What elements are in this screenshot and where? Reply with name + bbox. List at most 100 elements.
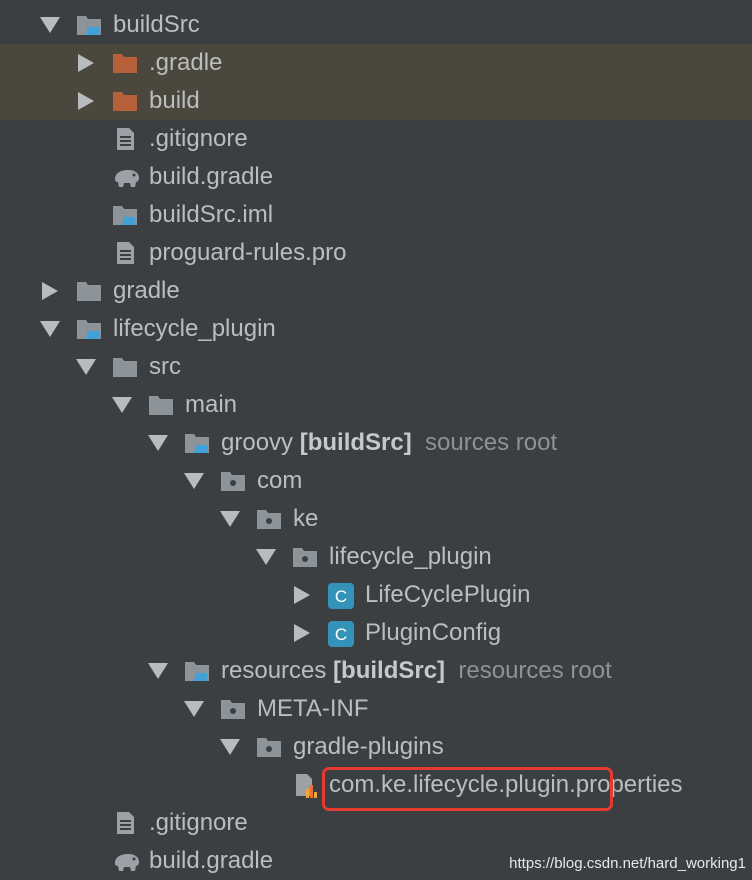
tree-item-name: gradle [113, 277, 180, 304]
tree-row[interactable]: build [0, 82, 752, 120]
tree-row[interactable]: C LifeCyclePlugin [0, 576, 752, 614]
tree-item-label: build [149, 87, 200, 115]
project-tree: buildSrc .gradle build .gitignore build.grad… [0, 6, 752, 880]
tree-item-name: resources [221, 657, 327, 684]
tree-item-name: groovy [221, 429, 294, 456]
tree-item-label: com.ke.lifecycle.plugin.properties [329, 771, 683, 799]
tree-row[interactable]: lifecycle_plugin [0, 310, 752, 348]
collapse-arrow-icon[interactable] [148, 435, 168, 451]
gradle-elephant-icon [112, 165, 139, 189]
tree-item-label: lifecycle_plugin [329, 543, 492, 571]
tree-item-name: build.gradle [149, 163, 274, 190]
collapse-arrow-icon[interactable] [40, 17, 60, 33]
tree-item-name: lifecycle_plugin [329, 543, 492, 570]
collapse-arrow-icon[interactable] [184, 473, 204, 489]
package-icon [256, 507, 282, 531]
tree-item-name: com [257, 467, 303, 494]
collapse-arrow-icon[interactable] [40, 321, 60, 337]
folder-icon [148, 393, 174, 417]
module-folder-icon [76, 317, 102, 341]
tree-row[interactable]: buildSrc [0, 6, 752, 44]
tree-row[interactable]: proguard-rules.pro [0, 234, 752, 272]
text-file-icon [112, 127, 138, 151]
tree-row[interactable]: buildSrc.iml [0, 196, 752, 234]
tree-row[interactable]: com.ke.lifecycle.plugin.properties [0, 766, 752, 804]
tree-row[interactable]: com [0, 462, 752, 500]
package-icon [292, 545, 318, 569]
folder-icon [112, 355, 138, 379]
module-folder-icon [112, 203, 138, 227]
tree-row[interactable]: C PluginConfig [0, 614, 752, 652]
tree-item-name: LifeCyclePlugin [365, 581, 531, 608]
expand-arrow-icon[interactable] [78, 92, 94, 110]
tree-item-name: META-INF [257, 695, 369, 722]
gradle-elephant-icon [112, 849, 139, 873]
tree-item-label: main [185, 391, 237, 419]
tree-item-label: META-INF [257, 695, 369, 723]
tree-item-name: build [149, 87, 200, 114]
svg-text:C: C [335, 587, 347, 606]
tree-row[interactable]: main [0, 386, 752, 424]
expand-arrow-icon[interactable] [42, 282, 58, 300]
tree-item-name: .gitignore [149, 809, 248, 836]
module-folder-icon [184, 659, 210, 683]
tree-item-label: lifecycle_plugin [113, 315, 276, 343]
tree-item-label: resources [buildSrc] resources root [221, 657, 612, 685]
collapse-arrow-icon[interactable] [76, 359, 96, 375]
tree-row[interactable]: gradle [0, 272, 752, 310]
excluded-folder-icon [112, 51, 138, 75]
collapse-arrow-icon[interactable] [256, 549, 276, 565]
package-icon [220, 469, 246, 493]
tree-item-label: LifeCyclePlugin [365, 581, 530, 609]
tree-item-name: build.gradle [149, 847, 274, 874]
tree-row[interactable]: build.gradle [0, 158, 752, 196]
properties-file-icon [292, 773, 318, 798]
expand-arrow-icon[interactable] [294, 586, 310, 604]
tree-item-label: buildSrc.iml [149, 201, 273, 229]
module-folder-icon [184, 431, 210, 455]
tree-row[interactable]: groovy [buildSrc] sources root [0, 424, 752, 462]
tree-item-name: .gitignore [149, 125, 248, 152]
class-icon: C [328, 621, 354, 647]
tree-row[interactable]: resources [buildSrc] resources root [0, 652, 752, 690]
tree-item-label: proguard-rules.pro [149, 239, 346, 267]
tree-item-label: groovy [buildSrc] sources root [221, 429, 557, 457]
tree-item-name: lifecycle_plugin [113, 315, 276, 342]
tree-item-name: gradle-plugins [293, 733, 444, 760]
tree-row[interactable]: ke [0, 500, 752, 538]
collapse-arrow-icon[interactable] [184, 701, 204, 717]
tree-item-label: src [149, 353, 181, 381]
tree-item-label: .gitignore [149, 125, 248, 153]
expand-arrow-icon[interactable] [78, 54, 94, 72]
collapse-arrow-icon[interactable] [220, 739, 240, 755]
collapse-arrow-icon[interactable] [148, 663, 168, 679]
tree-row[interactable]: src [0, 348, 752, 386]
module-tag: [buildSrc] [326, 657, 446, 684]
excluded-folder-icon [112, 89, 138, 113]
root-type-hint: resources root [445, 657, 612, 684]
tree-item-name: buildSrc.iml [149, 201, 274, 228]
collapse-arrow-icon[interactable] [220, 511, 240, 527]
tree-item-label: gradle [113, 277, 180, 305]
expand-arrow-icon[interactable] [294, 624, 310, 642]
module-tag: [buildSrc] [293, 429, 412, 456]
text-file-icon [112, 811, 138, 835]
tree-row[interactable]: .gitignore [0, 804, 752, 842]
watermark: https://blog.csdn.net/hard_working1 [509, 855, 746, 872]
tree-item-label: gradle-plugins [293, 733, 444, 761]
root-type-hint: sources root [411, 429, 558, 456]
tree-row[interactable]: gradle-plugins [0, 728, 752, 766]
tree-item-label: build.gradle [149, 847, 273, 875]
tree-item-label: com [257, 467, 302, 495]
tree-item-label: PluginConfig [365, 619, 501, 647]
tree-row[interactable]: .gradle [0, 44, 752, 82]
tree-row[interactable]: lifecycle_plugin [0, 538, 752, 576]
tree-row[interactable]: META-INF [0, 690, 752, 728]
collapse-arrow-icon[interactable] [112, 397, 132, 413]
tree-row[interactable]: .gitignore [0, 120, 752, 158]
tree-item-label: buildSrc [113, 11, 200, 39]
tree-item-name: ke [293, 505, 319, 532]
package-icon [220, 697, 246, 721]
tree-item-name: .gradle [149, 49, 223, 76]
tree-item-name: PluginConfig [365, 619, 502, 646]
